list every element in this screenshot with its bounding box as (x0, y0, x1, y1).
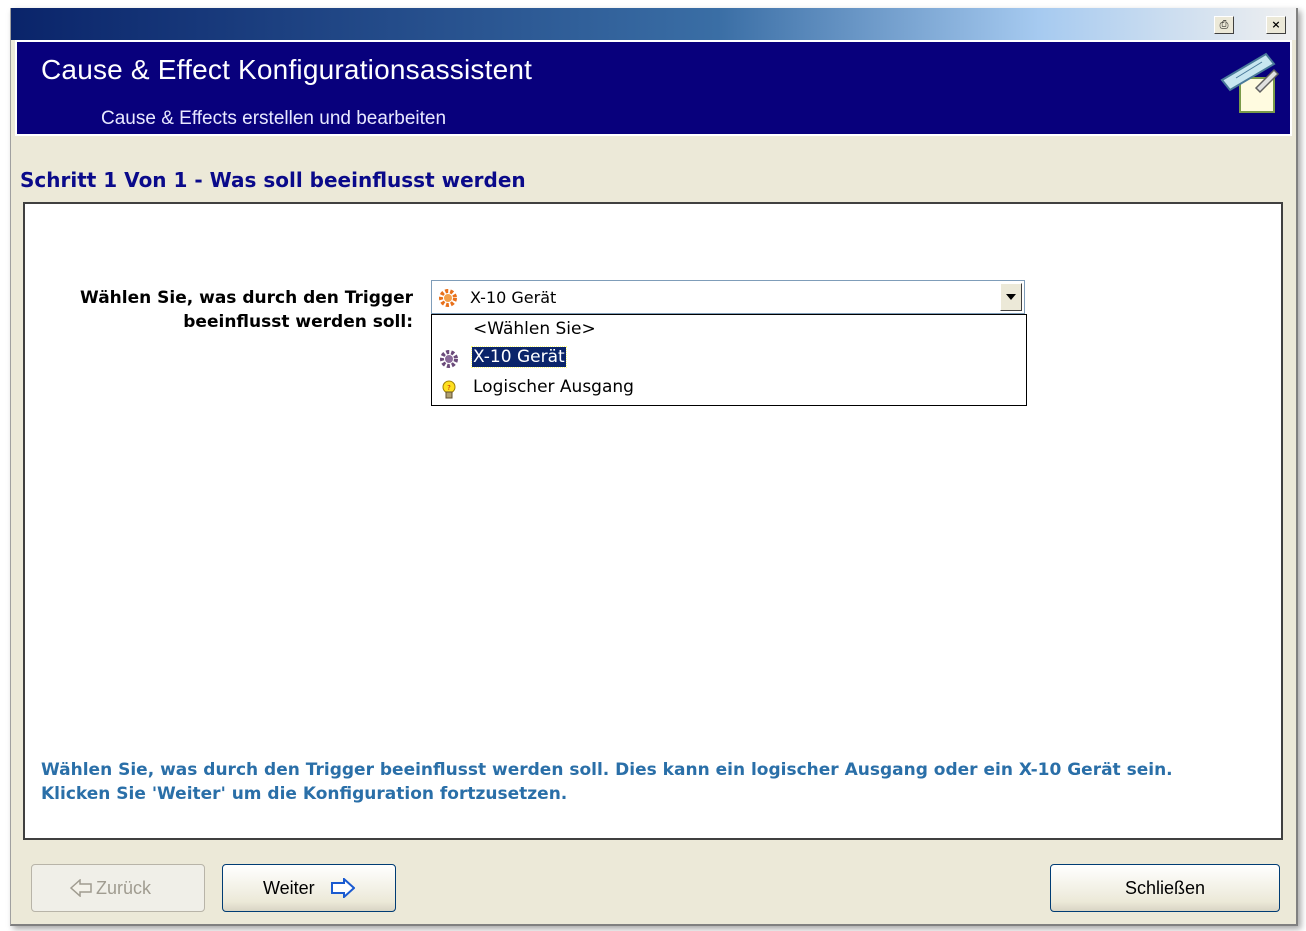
target-select-dropdown: <Wählen Sie> X-10 Gerät ? Logischer Ausg… (431, 314, 1027, 406)
wizard-title: Cause & Effect Konfigurationsassistent (41, 54, 533, 85)
prompt-line-1: Wählen Sie, was durch den Trigger (80, 288, 413, 308)
print-button[interactable]: ⎙ (1214, 16, 1234, 34)
option-waehlen-sie[interactable]: <Wählen Sie> (432, 317, 1026, 345)
wizard-header: Cause & Effect Konfigurationsassistent C… (15, 40, 1292, 136)
title-bar: ⎙ × (11, 8, 1296, 40)
wizard-content-panel: Wählen Sie, was durch den Trigger beeinf… (23, 202, 1283, 840)
option-label: <Wählen Sie> (473, 319, 596, 339)
wizard-subtitle: Cause & Effects erstellen und bearbeiten (101, 108, 447, 129)
help-line-1: Wählen Sie, was durch den Trigger beeinf… (41, 760, 1173, 780)
back-button-label: Zurück (96, 878, 152, 898)
target-select-value: X-10 Gerät (470, 288, 557, 307)
help-text: Wählen Sie, was durch den Trigger beeinf… (41, 758, 1261, 806)
close-window-button[interactable]: × (1266, 16, 1286, 34)
dropdown-arrow-button[interactable] (1000, 283, 1022, 311)
option-label: Logischer Ausgang (473, 377, 634, 397)
close-button[interactable]: Schließen (1050, 864, 1280, 912)
help-line-2: Klicken Sie 'Weiter' um die Konfiguratio… (41, 784, 568, 804)
step-title: Schritt 1 Von 1 - Was soll beeinflusst w… (20, 168, 526, 192)
close-button-label: Schließen (1125, 878, 1206, 898)
prompt-label: Wählen Sie, was durch den Trigger beeinf… (25, 286, 413, 334)
x10-device-icon (440, 350, 458, 368)
wizard-window: ⎙ × Cause & Effect Konfigurationsassiste… (10, 8, 1298, 926)
next-button[interactable]: Weiter (222, 864, 396, 912)
prompt-line-2: beeinflusst werden soll: (183, 312, 413, 332)
arrow-left-icon (70, 879, 92, 897)
back-button[interactable]: Zurück (31, 864, 205, 912)
pencil-ruler-icon (1220, 52, 1280, 113)
target-select[interactable]: X-10 Gerät (431, 280, 1025, 314)
option-logical-output[interactable]: ? Logischer Ausgang (432, 375, 1026, 403)
option-x10-device[interactable]: X-10 Gerät (432, 345, 1026, 373)
chevron-down-icon (1006, 294, 1016, 300)
option-label: X-10 Gerät (471, 346, 567, 368)
arrow-right-icon (331, 878, 355, 898)
lightbulb-icon: ? (442, 380, 456, 399)
svg-text:?: ? (447, 384, 451, 392)
next-button-label: Weiter (263, 878, 315, 898)
x10-device-icon (439, 289, 457, 307)
